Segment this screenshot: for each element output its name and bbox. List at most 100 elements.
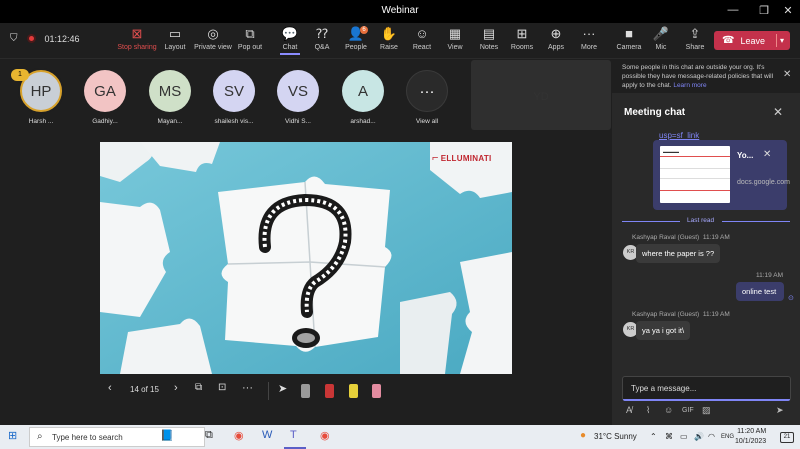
previous-slide-icon[interactable]: ‹	[108, 382, 112, 394]
chat-panel: Some people in this chat are outside you…	[612, 60, 800, 425]
remove-preview-icon[interactable]: ✕	[763, 149, 771, 160]
learn-more-link[interactable]: Learn more	[673, 82, 706, 89]
chrome-icon-2[interactable]: ◉	[320, 429, 330, 442]
attach-icon[interactable]: ⌇	[646, 405, 650, 416]
recording-icon	[26, 34, 36, 43]
toolbar-label: Private view	[194, 44, 232, 51]
avatar-initials: HP	[30, 82, 52, 100]
network-icon[interactable]: ⌘	[665, 432, 673, 441]
message-link[interactable]: usp=sf_link	[659, 131, 699, 140]
send-icon[interactable]: ➤	[776, 405, 784, 416]
taskbar-search-placeholder: Type here to search	[52, 433, 123, 442]
more-participants-icon: ···	[406, 70, 448, 112]
avatar: GA	[84, 70, 126, 112]
avatar: VS	[277, 70, 319, 112]
toolbar-label: Share	[685, 44, 705, 51]
avatar-initials: A	[357, 82, 368, 100]
participant-name: View all	[415, 118, 439, 125]
pop-out-icon: ⧉	[245, 26, 255, 41]
minimize-icon[interactable]: —	[723, 4, 743, 16]
avatar-initials: SV	[223, 82, 244, 100]
presenter-view-icon[interactable]: ⊡	[218, 382, 226, 393]
stop-sharing-button[interactable]: ⊠ Stop sharing	[117, 26, 157, 51]
speaker-icon[interactable]: 🔊	[694, 432, 704, 441]
video-tile[interactable]: YD	[471, 60, 611, 130]
message-input[interactable]: Type a message...	[622, 376, 791, 401]
toolbar-label: Stop sharing	[117, 44, 157, 51]
taskbar: ⊞ ⌕ Type here to search 📘 ⧉ ◉ W T ◉ ● 31…	[0, 425, 800, 449]
message-meta: Kashyap Raval (Guest) 11:19 AM	[632, 311, 730, 318]
chevron-down-icon[interactable]: ▾	[780, 36, 784, 45]
chat-message: where the paper is ??	[636, 244, 721, 263]
slide-controls: ‹ 14 of 15 › ⧉ ⊡ ··· ➤	[100, 380, 520, 404]
red-pen-icon[interactable]	[325, 384, 334, 398]
pointer-icon[interactable]: ➤	[278, 382, 287, 395]
window-title: Webinar	[381, 5, 419, 16]
language-icon[interactable]: ENG	[721, 434, 734, 440]
gif-icon[interactable]: GIF	[682, 407, 694, 414]
leave-button[interactable]: ☎ Leave ▾	[714, 31, 790, 50]
emoji-icon[interactable]: ☺	[664, 405, 673, 415]
chrome-icon[interactable]: ◉	[234, 429, 244, 442]
logo-text: ELLUMINATI	[440, 153, 492, 163]
teams-icon[interactable]: T	[290, 429, 297, 441]
tray-chevron-icon[interactable]: ⌃	[650, 432, 657, 441]
logo-mark-icon: ⌐	[432, 152, 439, 164]
next-slide-icon[interactable]: ›	[174, 382, 178, 394]
layout-button[interactable]: ▭ Layout	[155, 26, 195, 51]
link-preview-thumbnail: ▬▬▬▬	[660, 146, 730, 203]
participant-tile[interactable]: SVshailesh vis... ▪ 🎤̸	[204, 70, 264, 125]
chat-message: ya ya i got it\	[636, 321, 691, 340]
toolbar-label: More	[581, 44, 597, 51]
task-view-icon[interactable]: ⧉	[205, 429, 213, 442]
link-card-domain: docs.google.com	[737, 179, 790, 186]
maximize-icon[interactable]: ❐	[754, 4, 774, 17]
brand-logo: ⌐ ELLUMINATI	[432, 152, 492, 164]
close-window-icon[interactable]: ✕	[778, 4, 798, 17]
highlighter-icon[interactable]	[349, 384, 358, 398]
raised-hand-icon: 1	[11, 69, 29, 81]
seen-icon: ⊙	[788, 295, 794, 302]
last-read-divider: Last read	[622, 217, 790, 227]
view-all-button[interactable]: ··· View all	[397, 70, 457, 125]
participant-tile[interactable]: HPHarsh ... ▪ 🎤̸1	[11, 69, 71, 125]
puzzle-question-image	[100, 142, 512, 374]
stop-sharing-icon: ⊠	[131, 26, 143, 41]
avatar-initials: GA	[94, 82, 116, 100]
format-icon[interactable]: A̸	[626, 405, 632, 415]
notifications-icon[interactable]: 21	[780, 432, 794, 443]
avatar: A	[342, 70, 384, 112]
private-view-button[interactable]: ◎ Private view	[193, 26, 233, 51]
message-time: 11:19 AM	[756, 272, 783, 279]
toolbar-label: Layout	[164, 44, 186, 51]
share-button[interactable]: ⇪ Share	[675, 26, 715, 51]
participant-tile[interactable]: VSVidhi S... ▪ 🎤̸	[268, 70, 328, 125]
participant-tile[interactable]: MSMayan... ▪ 🎤̸	[140, 70, 200, 125]
layout-icon: ▭	[168, 26, 182, 41]
weather-text[interactable]: 31°C Sunny	[594, 432, 637, 441]
thumbnails-icon[interactable]: ⧉	[195, 382, 202, 393]
avatar-initials: ···	[419, 82, 435, 100]
wifi-icon[interactable]: ◠	[708, 432, 715, 441]
pen-icon[interactable]	[301, 384, 310, 398]
more-button[interactable]: ··· More	[569, 26, 609, 51]
battery-icon[interactable]: ▭	[680, 432, 688, 441]
close-banner-icon[interactable]: ✕	[783, 70, 791, 80]
sticker-icon[interactable]: ▨	[702, 405, 711, 416]
participant-name: Gadhiy...	[92, 118, 118, 125]
participant-name: shailesh vis...	[214, 118, 254, 125]
leave-label: Leave	[740, 35, 765, 46]
participant-tile[interactable]: Aarshad... ▪ 🎤̸	[333, 70, 393, 125]
more-options-icon[interactable]: ···	[242, 382, 253, 394]
word-icon[interactable]: W	[262, 429, 272, 441]
close-chat-icon[interactable]: ✕	[773, 105, 783, 119]
more-icon: ···	[582, 26, 596, 41]
clock[interactable]: 11:20 AM 10/1/2023	[735, 427, 766, 447]
avatar: SV	[213, 70, 255, 112]
pop-out-button[interactable]: ⧉ Pop out	[230, 26, 270, 51]
participant-name: Mayan...	[157, 118, 183, 125]
participant-tile[interactable]: GAGadhiy... ▪ 🎤̸	[75, 70, 135, 125]
eraser-icon[interactable]	[372, 384, 381, 398]
windows-start-icon[interactable]: ⊞	[8, 429, 17, 442]
taskbar-search[interactable]: ⌕ Type here to search	[29, 427, 205, 447]
